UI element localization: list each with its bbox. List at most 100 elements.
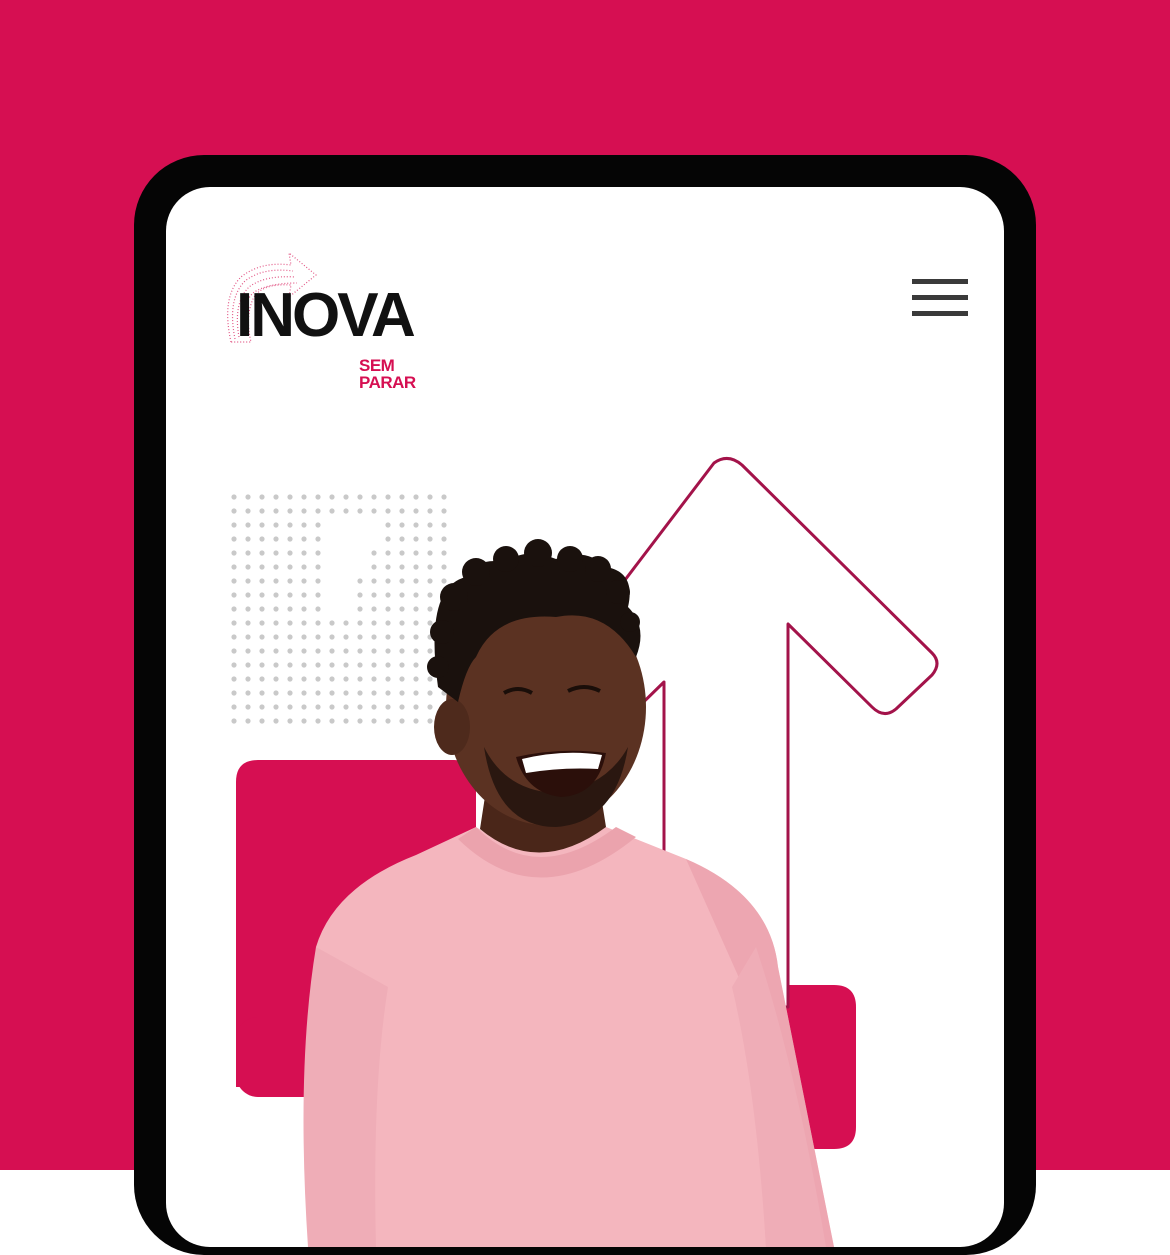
pattern-dot [259,690,265,696]
hamburger-menu-icon[interactable] [904,279,968,329]
pattern-dot [231,564,237,570]
pattern-dot [413,494,419,500]
pattern-dot [329,620,335,626]
logo-tagline: SEM PARAR [359,356,416,392]
pattern-dot [231,676,237,682]
pattern-dot [329,676,335,682]
pattern-dot [315,690,321,696]
pattern-dot [301,592,307,598]
pattern-dot [245,494,251,500]
pattern-dot [245,522,251,528]
pattern-dot [329,494,335,500]
pattern-dot [343,662,349,668]
pattern-dot [231,634,237,640]
pattern-dot [441,578,447,584]
pattern-dot [399,536,405,542]
pattern-dot [245,718,251,724]
pattern-dot [287,578,293,584]
pattern-dot [399,648,405,654]
pattern-dot [371,648,377,654]
pattern-dot [371,690,377,696]
pattern-dot [371,620,377,626]
pattern-dot [413,550,419,556]
pattern-dot [427,578,433,584]
pattern-dot [357,620,363,626]
pattern-dot [413,508,419,514]
pattern-dot [413,592,419,598]
pattern-dot [343,648,349,654]
pattern-dot [259,564,265,570]
pattern-dot [441,508,447,514]
pattern-dot [357,578,363,584]
pattern-dot [273,662,279,668]
pattern-dot [231,508,237,514]
pattern-dot [427,704,433,710]
pattern-dot [259,662,265,668]
pattern-dot [259,676,265,682]
pattern-dot [371,676,377,682]
pattern-dot [273,550,279,556]
pattern-dot [441,494,447,500]
pattern-dot [287,662,293,668]
pattern-dot [413,704,419,710]
pattern-dot [287,690,293,696]
pattern-dot [273,494,279,500]
pattern-dot [245,550,251,556]
pattern-dot [441,536,447,542]
pattern-dot [357,648,363,654]
pattern-dot [329,648,335,654]
pattern-dot [329,704,335,710]
pattern-dot [427,606,433,612]
pattern-dot [441,522,447,528]
pattern-dot [273,690,279,696]
pattern-dot [315,550,321,556]
pattern-dot [301,620,307,626]
pattern-dot [413,662,419,668]
pattern-dot [245,620,251,626]
pattern-dot [301,536,307,542]
pattern-dot [315,606,321,612]
pattern-dot [399,522,405,528]
pattern-dot [441,564,447,570]
pattern-dot [273,578,279,584]
pattern-dot [413,648,419,654]
pattern-dot [301,704,307,710]
pattern-dot [427,676,433,682]
pattern-dot [385,634,391,640]
pattern-dot [231,592,237,598]
pattern-dot [427,648,433,654]
pattern-dot [301,550,307,556]
pattern-dot [287,606,293,612]
pattern-dot [231,662,237,668]
pattern-dot [329,508,335,514]
pattern-dot [259,634,265,640]
pattern-dot [273,606,279,612]
pattern-dot [273,564,279,570]
pattern-dot [287,718,293,724]
pattern-dot [399,578,405,584]
pattern-dot [385,592,391,598]
pattern-dot [343,704,349,710]
pattern-dot [329,690,335,696]
pattern-dot [399,620,405,626]
pattern-dot [287,494,293,500]
pattern-dot [301,648,307,654]
pattern-dot [287,592,293,598]
pattern-dot [287,508,293,514]
pattern-dot [343,508,349,514]
pattern-dot [273,522,279,528]
pattern-dot [245,564,251,570]
pattern-dot [273,676,279,682]
brand-logo[interactable]: INOVA SEM PARAR [206,247,446,391]
pattern-dot [315,536,321,542]
pattern-dot [273,592,279,598]
pattern-dot [245,606,251,612]
pattern-dot [259,606,265,612]
pattern-dot [343,634,349,640]
pattern-dot [343,676,349,682]
pattern-dot [385,494,391,500]
pattern-dot [315,676,321,682]
pattern-dot [259,648,265,654]
phone-screen: INOVA SEM PARAR [166,187,1004,1247]
pattern-dot [371,662,377,668]
